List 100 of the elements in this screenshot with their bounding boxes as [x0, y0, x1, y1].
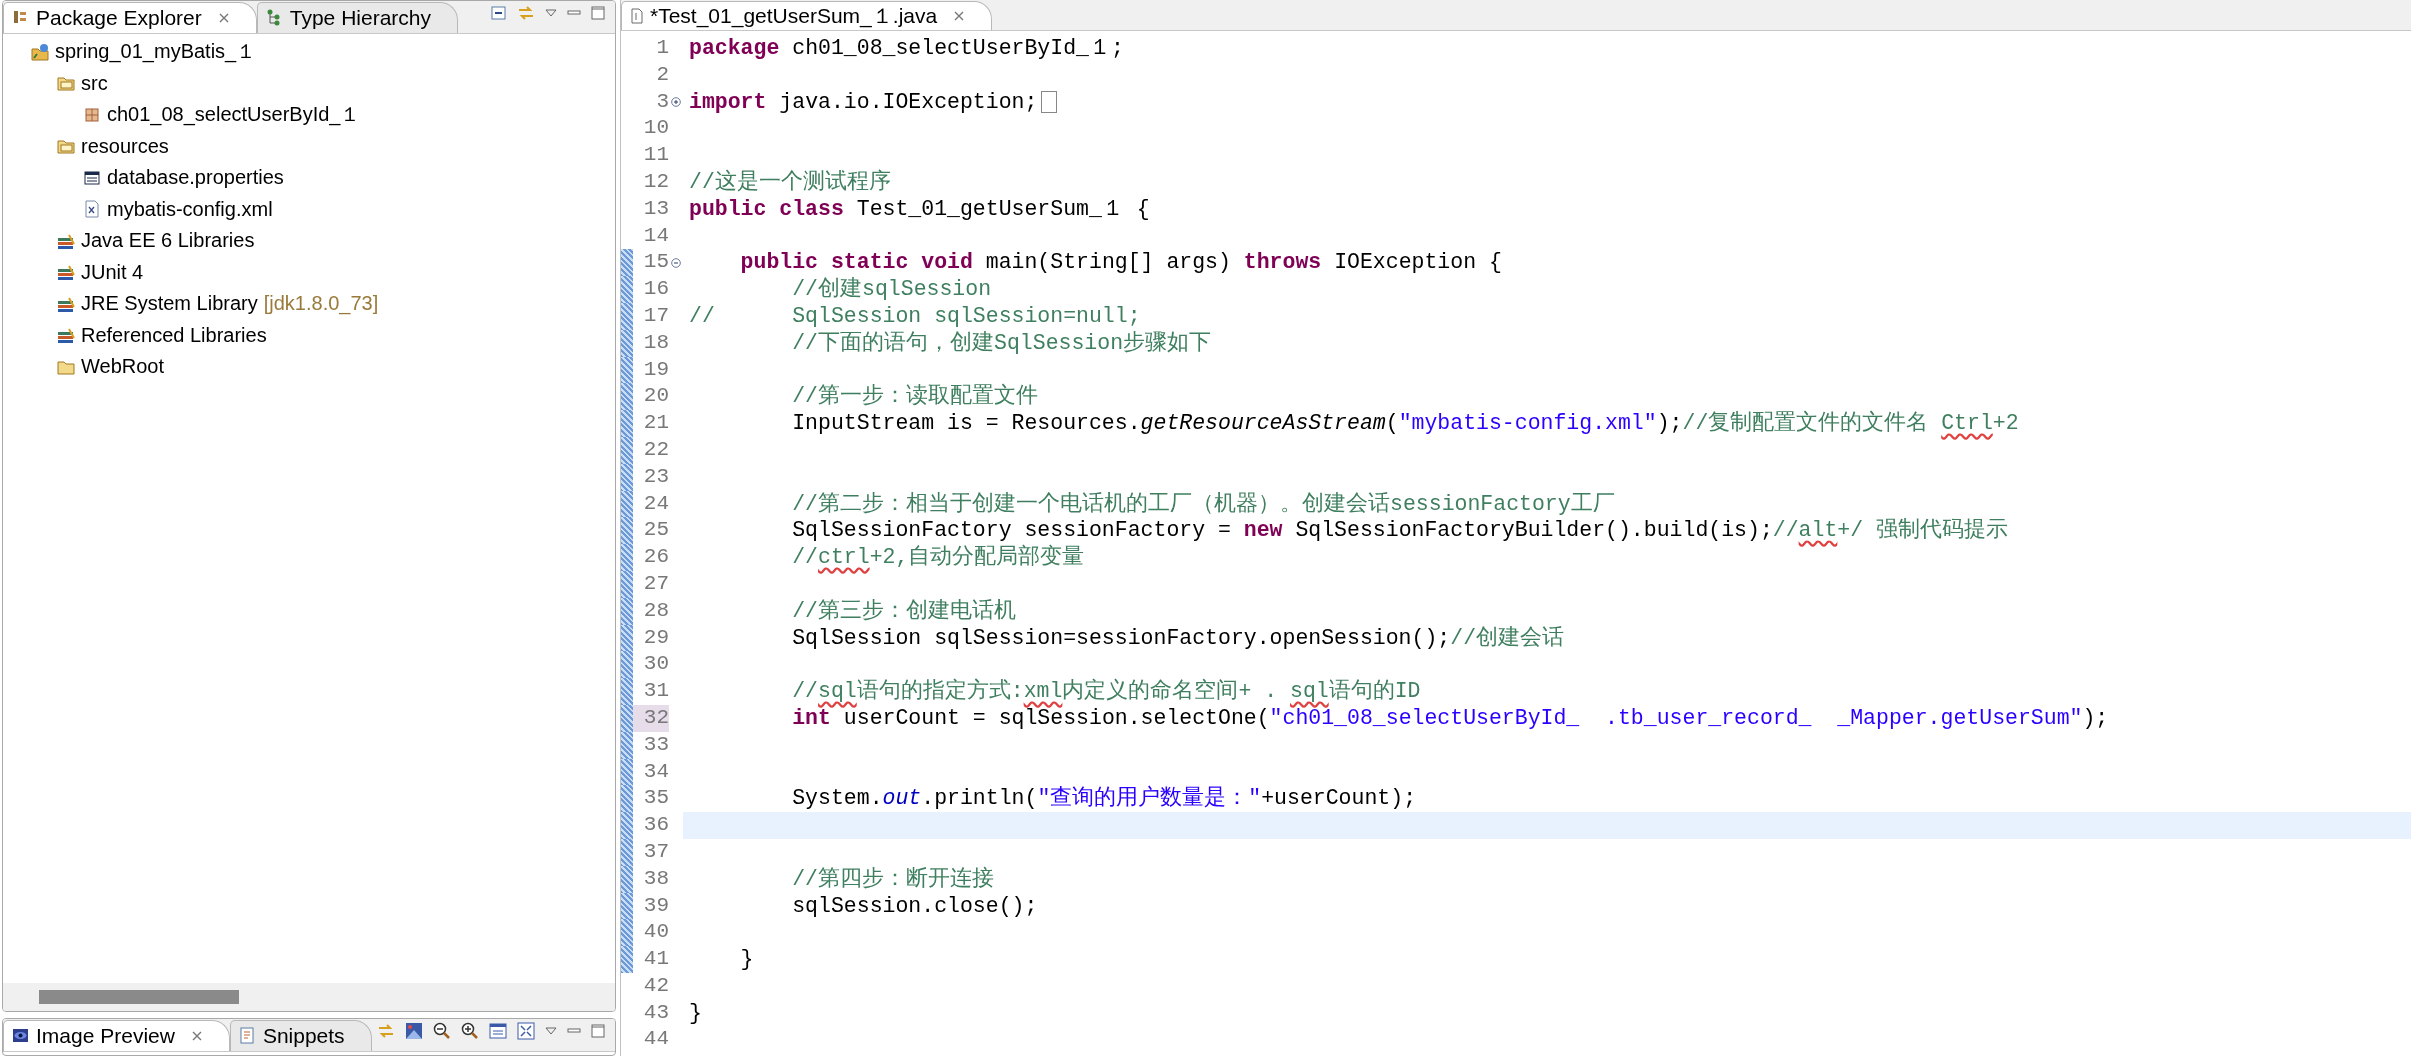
tree-item[interactable]: resources [81, 134, 169, 158]
snippets-icon [238, 1027, 257, 1045]
line-number: 22 [642, 436, 669, 463]
minimize-icon[interactable] [567, 1026, 581, 1036]
line-number: 35 [642, 785, 669, 812]
tree-item[interactable]: ch01_08_selectUserById_１ [107, 101, 361, 129]
scrollbar-thumb[interactable] [39, 990, 239, 1004]
zoom-in-icon[interactable] [461, 1022, 479, 1040]
line-number: 27 [642, 570, 669, 597]
line-number: 34 [642, 758, 669, 785]
maximize-icon[interactable] [591, 1024, 605, 1038]
line-number: 32 [633, 704, 669, 732]
code-line: // SqlSession sqlSession=null; [689, 302, 1141, 330]
line-number: 19 [642, 356, 669, 383]
line-number: 38 [642, 865, 669, 892]
line-number: 37 [642, 838, 669, 865]
tab[interactable]: Package Explorer [3, 2, 257, 33]
tree-item[interactable]: WebRoot [81, 355, 164, 379]
actual-size-icon[interactable] [489, 1022, 507, 1040]
tree-item[interactable]: Java EE 6 Libraries [81, 229, 255, 253]
library-icon [57, 263, 75, 282]
code-line: //创建sqlSession [791, 276, 992, 303]
line-number: 1 [655, 35, 669, 61]
picture-icon[interactable] [405, 1022, 423, 1040]
tree-item[interactable]: spring_01_myBatis_１ [55, 38, 257, 66]
properties-file-icon [83, 168, 101, 187]
code-line: SqlSession sqlSession=sessionFactory.openSession();//创建会话 [791, 624, 1565, 652]
line-number: 16 [642, 276, 669, 303]
tree-item-detail: [jdk1.8.0_73] [263, 292, 379, 316]
line-number: 41 [642, 946, 669, 973]
line-number: 44 [642, 1026, 669, 1053]
code-line: InputStream is = Resources.getResourceAsStream("mybatis-config.xml");//复制配置文件的文件名 Ctrl+2 [791, 410, 2019, 437]
tab[interactable]: Image Preview [3, 1020, 230, 1051]
line-number: 28 [642, 597, 669, 624]
minimize-icon[interactable] [567, 8, 581, 18]
fit-to-window-icon[interactable] [517, 1022, 535, 1040]
zoom-out-icon[interactable] [433, 1022, 451, 1040]
java-file-icon [630, 8, 644, 24]
close-icon[interactable] [217, 12, 230, 24]
line-number: 26 [642, 544, 669, 571]
code-line: //第四步：断开连接 [791, 865, 995, 893]
close-icon[interactable] [190, 1030, 203, 1042]
line-number: 2 [655, 61, 669, 88]
code-line: public static void main(String[] args) throws IOException { [739, 249, 1502, 277]
code-line: //下面的语句，创建SqlSession步骤如下 [791, 329, 1212, 357]
code-line: int userCount = sqlSession.selectOne("ch01_08_selectUserById_ .tb_user_record_ _Mapper.getUserSum"); [791, 704, 2109, 732]
project-icon [31, 42, 49, 61]
source-folder-icon [57, 137, 75, 156]
folded-code-marker[interactable] [1041, 91, 1058, 113]
tab[interactable]: Snippets [229, 1020, 372, 1051]
line-number: 40 [642, 919, 669, 946]
xml-file-icon [83, 200, 101, 219]
code-line: } [689, 999, 702, 1027]
view-menu-icon[interactable] [545, 1026, 557, 1036]
tab[interactable]: *Test_01_getUserSum_１.java [621, 1, 993, 30]
horizontal-scrollbar[interactable] [3, 983, 615, 1011]
line-number: 36 [642, 812, 669, 839]
tree-item[interactable]: src [81, 71, 108, 95]
tree-item[interactable]: mybatis-config.xml [107, 197, 273, 221]
line-number: 12 [642, 169, 669, 195]
view-menu-icon[interactable] [545, 8, 557, 18]
line-number: 24 [642, 490, 669, 517]
expand-icon[interactable] [671, 97, 681, 107]
line-number: 3 [655, 88, 669, 115]
line-number: 39 [642, 892, 669, 919]
line-number: 23 [642, 463, 669, 490]
tab[interactable]: Type Hierarchy [256, 2, 458, 33]
code-line: public class Test_01_getUserSum_１ { [689, 195, 1150, 223]
code-line: //第一步：读取配置文件 [791, 383, 1039, 411]
maximize-icon[interactable] [591, 6, 605, 20]
line-number: 18 [642, 329, 669, 356]
source-folder-icon [57, 74, 75, 93]
code-line: //第二步：相当于创建一个电话机的工厂（机器）。创建会话sessionFactory工厂 [791, 490, 1615, 518]
collapse-icon[interactable] [671, 257, 681, 268]
line-number: 30 [642, 651, 669, 678]
eye-icon [12, 1027, 30, 1045]
line-number: 21 [642, 410, 669, 437]
line-number: 17 [642, 302, 669, 329]
line-number: 29 [642, 624, 669, 651]
tree-item[interactable]: database.properties [107, 166, 284, 190]
collapse-all-icon[interactable] [491, 5, 507, 21]
line-number: 13 [642, 195, 669, 222]
line-number: 20 [642, 383, 669, 410]
package-icon [83, 105, 101, 124]
close-icon[interactable] [953, 10, 966, 22]
line-number: 25 [642, 517, 669, 544]
line-number: 43 [642, 999, 669, 1026]
code-line: SqlSessionFactory sessionFactory = new SqlSessionFactoryBuilder().build(is);//alt+/ 强制代码提示 [791, 517, 2009, 544]
tree-item[interactable]: JRE System Library [81, 292, 258, 316]
code-line: package ch01_08_selectUserById_１; [689, 35, 1124, 62]
code-line: //sql语句的指定方式:xml内定义的命名空间+ . sql语句的ID [791, 678, 1421, 705]
library-icon [57, 326, 75, 345]
line-number: 11 [642, 142, 669, 169]
tree-item[interactable]: Referenced Libraries [81, 323, 267, 347]
code-line: //这是一个测试程序 [689, 169, 891, 196]
line-number: 15 [642, 249, 669, 276]
line-number: 42 [642, 972, 669, 999]
line-number: 10 [642, 115, 669, 142]
tree-item[interactable]: JUnit 4 [81, 260, 144, 284]
code-line: //第三步：创建电话机 [791, 597, 1017, 625]
